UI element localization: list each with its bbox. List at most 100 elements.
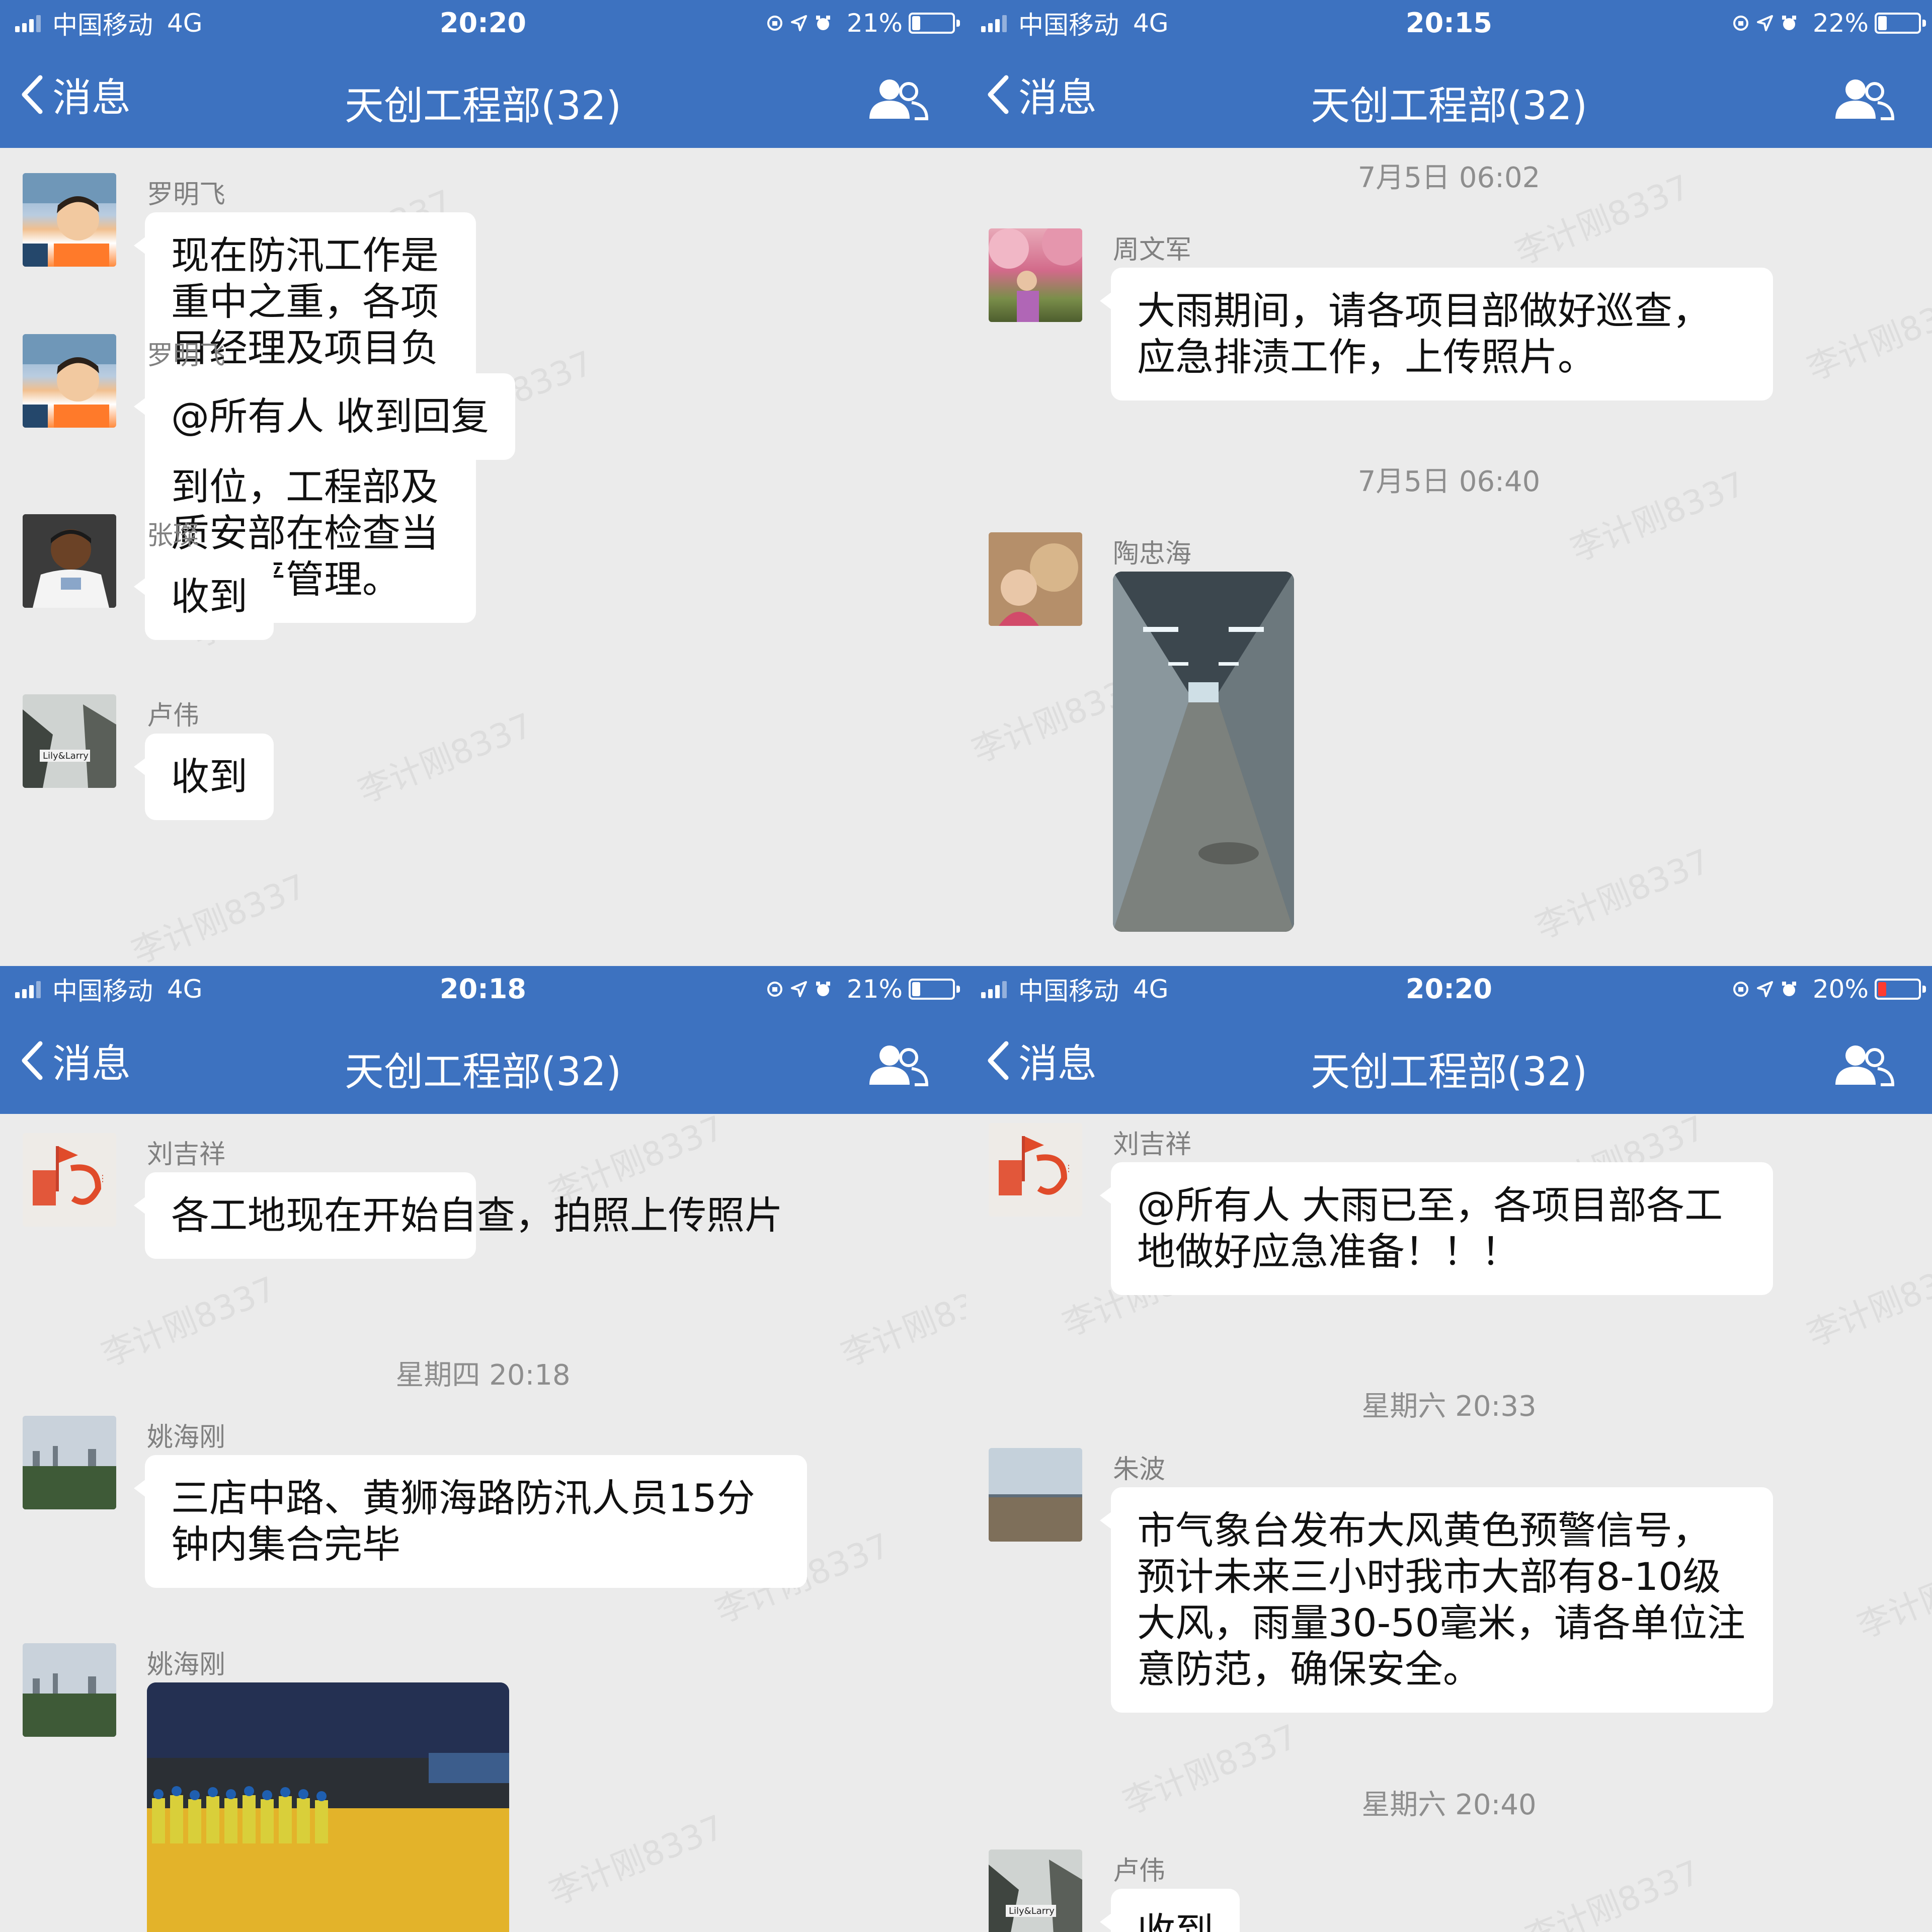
timestamp: 7月5日 06:02 <box>1357 162 1541 194</box>
avatar[interactable]: Lily&Larry <box>23 694 116 788</box>
watermark: 李计刚8337 <box>1852 1541 1932 1646</box>
battery-icon <box>909 979 960 1000</box>
chat-screen-1: 中国移动 4G 20:20 21% 消息 天创工程部(32) 李计刚8337 李… <box>0 0 966 966</box>
battery-percent: 20% <box>1812 975 1869 1004</box>
avatar[interactable] <box>23 173 116 267</box>
status-bar: 中国移动 4G 20:15 22% <box>966 0 1932 46</box>
message-list[interactable]: 李计刚8337 李计刚8337 李计刚8337 李计刚8337 李计刚8337 … <box>0 1114 966 1932</box>
message-text: 市气象台发布大风黄色预警信号，预计未来三小时我市大部有8-10级大风，雨量30-… <box>1137 1508 1745 1692</box>
chat-screen-2: 中国移动 4G 20:15 22% 消息 天创工程部(32) 李计刚8337 李… <box>966 0 1932 966</box>
battery-percent: 21% <box>846 9 903 38</box>
group-members-icon[interactable] <box>1831 76 1897 122</box>
sender-name: 周文军 <box>1113 235 1192 265</box>
orientation-lock-icon <box>1733 16 1748 31</box>
message-bubble[interactable]: 各工地现在开始自查，拍照上传照片 <box>134 1172 783 1259</box>
status-bar: 中国移动 4G 20:20 20% <box>966 966 1932 1012</box>
battery-percent: 21% <box>846 975 903 1004</box>
sender-name: 朱波 <box>1113 1455 1166 1485</box>
orientation-lock-icon <box>1733 982 1748 997</box>
sender-name: 刘吉祥 <box>1113 1130 1192 1160</box>
message-list[interactable]: 李计刚8337 李计刚8337 李计刚8337 李计刚8337 李计刚8337 … <box>0 148 966 966</box>
alarm-icon <box>816 16 830 30</box>
chat-screen-3: 中国移动 4G 20:18 21% 消息 天创工程部(32) 李计刚8337 李… <box>0 966 966 1932</box>
message-bubble[interactable]: 收到 <box>134 734 274 820</box>
avatar[interactable] <box>23 1416 116 1509</box>
battery-icon <box>1875 13 1926 34</box>
chat-title: 天创工程部(32) <box>1310 1050 1588 1095</box>
image-message[interactable] <box>1113 572 1294 932</box>
timestamp: 星期六 20:33 <box>1361 1390 1537 1423</box>
image-message[interactable] <box>147 1682 509 1932</box>
avatar[interactable]: ⋮ <box>989 1123 1082 1217</box>
alarm-icon <box>816 982 830 996</box>
nav-bar: 消息 天创工程部(32) <box>966 46 1932 148</box>
group-members-icon[interactable] <box>865 1042 931 1088</box>
nav-bar: 消息 天创工程部(32) <box>0 46 966 148</box>
battery-icon <box>909 13 960 34</box>
chat-title: 天创工程部(32) <box>344 1050 622 1095</box>
alarm-icon <box>1782 982 1796 996</box>
status-bar: 中国移动 4G 20:18 21% <box>0 966 966 1012</box>
message-bubble[interactable]: 收到 <box>1100 1889 1240 1932</box>
svg-text:⋮: ⋮ <box>98 1173 107 1184</box>
sender-name: 罗明飞 <box>147 180 226 210</box>
message-bubble[interactable]: 大雨期间，请各项目部做好巡查，应急排渍工作，上传照片。 <box>1100 268 1773 400</box>
avatar[interactable] <box>989 228 1082 322</box>
watermark: 李计刚8337 <box>1519 1853 1706 1932</box>
avatar[interactable] <box>23 334 116 428</box>
orientation-lock-icon <box>767 982 782 997</box>
sender-name: 卢伟 <box>1113 1856 1166 1886</box>
alarm-icon <box>1782 16 1796 30</box>
watermark: 李计刚8337 <box>126 866 312 966</box>
message-bubble[interactable]: @所有人 大雨已至，各项目部各工地做好应急准备！！！ <box>1100 1162 1773 1295</box>
message-text: 收到 <box>171 574 248 619</box>
sender-name: 陶忠海 <box>1113 539 1192 569</box>
watermark: 李计刚8337 <box>1530 841 1716 947</box>
sender-name: 罗明飞 <box>147 341 226 371</box>
avatar[interactable] <box>989 1448 1082 1542</box>
avatar[interactable]: Lily&Larry <box>989 1849 1082 1932</box>
message-text: @所有人 收到回复 <box>171 394 490 439</box>
watermark: 李计刚8337 <box>543 1807 730 1913</box>
timestamp: 7月5日 06:40 <box>1357 465 1541 498</box>
avatar[interactable] <box>23 1643 116 1737</box>
timestamp: 星期四 20:18 <box>395 1359 571 1392</box>
svg-text:⋮: ⋮ <box>1064 1163 1073 1174</box>
message-bubble[interactable]: @所有人 收到回复 <box>133 373 516 460</box>
nav-bar: 消息 天创工程部(32) <box>966 1012 1932 1114</box>
screenshot-collage: 中国移动 4G 20:20 21% 消息 天创工程部(32) 李计刚8337 李… <box>0 0 1932 1932</box>
avatar[interactable] <box>989 532 1082 626</box>
message-bubble[interactable]: 收到 <box>134 553 274 640</box>
status-bar: 中国移动 4G 20:20 21% <box>0 0 966 46</box>
message-text: 收到 <box>171 754 248 799</box>
message-bubble[interactable]: 三店中路、黄狮海路防汛人员15分钟内集合完毕 <box>134 1455 807 1588</box>
message-list[interactable]: 李计刚8337 李计刚8337 李计刚8337 李计刚8337 李计刚8337 … <box>966 1114 1932 1932</box>
location-icon <box>1756 15 1773 31</box>
battery-percent: 22% <box>1812 9 1869 38</box>
message-list[interactable]: 李计刚8337 李计刚8337 李计刚8337 李计刚8337 李计刚8337 … <box>966 148 1932 966</box>
watermark: 李计刚8337 <box>1801 283 1932 388</box>
location-icon <box>790 981 807 997</box>
svg-text:Lily&Larry: Lily&Larry <box>43 751 89 761</box>
orientation-lock-icon <box>767 16 782 31</box>
nav-bar: 消息 天创工程部(32) <box>0 1012 966 1114</box>
message-text: 收到 <box>1137 1909 1214 1932</box>
sender-name: 姚海刚 <box>147 1650 226 1680</box>
message-text: 大雨期间，请各项目部做好巡查，应急排渍工作，上传照片。 <box>1137 288 1711 379</box>
watermark: 李计刚8337 <box>352 705 538 811</box>
group-members-icon[interactable] <box>865 76 931 122</box>
timestamp: 星期六 20:40 <box>1361 1789 1537 1821</box>
location-icon <box>1756 981 1773 997</box>
message-bubble[interactable]: 市气象台发布大风黄色预警信号，预计未来三小时我市大部有8-10级大风，雨量30-… <box>1100 1487 1773 1713</box>
battery-icon <box>1875 979 1926 1000</box>
message-text: 各工地现在开始自查，拍照上传照片 <box>171 1193 783 1238</box>
group-members-icon[interactable] <box>1831 1042 1897 1088</box>
avatar[interactable] <box>23 514 116 608</box>
location-icon <box>790 15 807 31</box>
chat-screen-4: 中国移动 4G 20:20 20% 消息 天创工程部(32) 李计刚8337 李… <box>966 966 1932 1932</box>
sender-name: 张璨 <box>147 521 200 551</box>
svg-text:Lily&Larry: Lily&Larry <box>1009 1906 1055 1916</box>
watermark: 李计刚8337 <box>1801 1249 1932 1354</box>
sender-name: 姚海刚 <box>147 1422 226 1453</box>
avatar[interactable]: ⋮ <box>23 1133 116 1227</box>
